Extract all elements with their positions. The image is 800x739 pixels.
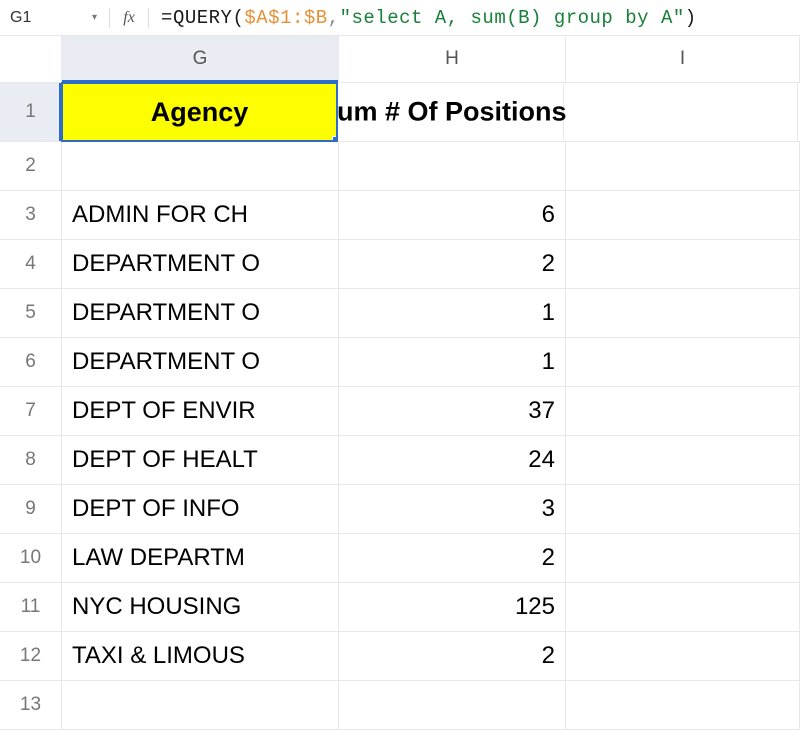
cell-h12[interactable]: 2 bbox=[339, 632, 566, 680]
cell-h10[interactable]: 2 bbox=[339, 534, 566, 582]
cell-i13[interactable] bbox=[566, 681, 800, 729]
column-header-h[interactable]: H bbox=[339, 36, 566, 82]
cell-g5[interactable]: DEPARTMENT O bbox=[62, 289, 339, 337]
cell-h1[interactable]: um # Of Positions bbox=[337, 83, 564, 141]
cell-g8[interactable]: DEPT OF HEALT bbox=[62, 436, 339, 484]
row-header-7[interactable]: 7 bbox=[0, 387, 62, 435]
cell-i1[interactable] bbox=[564, 83, 798, 141]
cell-i8[interactable] bbox=[566, 436, 800, 484]
column-header-row: G H I bbox=[0, 36, 800, 83]
formula-input[interactable]: =QUERY($A$1:$B,"select A, sum(B) group b… bbox=[161, 7, 792, 29]
cell-h9[interactable]: 3 bbox=[339, 485, 566, 533]
cell-h6[interactable]: 1 bbox=[339, 338, 566, 386]
name-box[interactable] bbox=[8, 6, 86, 30]
cell-h8[interactable]: 24 bbox=[339, 436, 566, 484]
row-header-13[interactable]: 13 bbox=[0, 681, 62, 729]
cell-i10[interactable] bbox=[566, 534, 800, 582]
fx-icon[interactable]: fx bbox=[116, 9, 142, 27]
cell-h4[interactable]: 2 bbox=[339, 240, 566, 288]
cell-i9[interactable] bbox=[566, 485, 800, 533]
fill-handle[interactable] bbox=[332, 136, 338, 142]
cell-g4[interactable]: DEPARTMENT O bbox=[62, 240, 339, 288]
table-row: 6 DEPARTMENT O 1 bbox=[0, 338, 800, 387]
cell-i4[interactable] bbox=[566, 240, 800, 288]
row-header-8[interactable]: 8 bbox=[0, 436, 62, 484]
formula-ref: $A$1:$B bbox=[244, 7, 327, 29]
formula-rparen: ) bbox=[685, 7, 697, 29]
row-header-6[interactable]: 6 bbox=[0, 338, 62, 386]
cell-h11[interactable]: 125 bbox=[339, 583, 566, 631]
select-all-corner[interactable] bbox=[0, 36, 62, 82]
cell-h13[interactable] bbox=[339, 681, 566, 729]
cell-h7[interactable]: 37 bbox=[339, 387, 566, 435]
formula-comma: , bbox=[328, 7, 340, 29]
row-header-2[interactable]: 2 bbox=[0, 142, 62, 190]
table-row: 1 Agency um # Of Positions bbox=[0, 83, 800, 142]
divider bbox=[148, 8, 149, 28]
cell-g1[interactable]: Agency bbox=[61, 82, 338, 142]
table-row: 11 NYC HOUSING 125 bbox=[0, 583, 800, 632]
cell-g12[interactable]: TAXI & LIMOUS bbox=[62, 632, 339, 680]
column-header-g[interactable]: G bbox=[62, 36, 339, 82]
row-header-9[interactable]: 9 bbox=[0, 485, 62, 533]
cell-i7[interactable] bbox=[566, 387, 800, 435]
row-header-10[interactable]: 10 bbox=[0, 534, 62, 582]
spreadsheet-grid[interactable]: G H I 1 Agency um # Of Positions 2 3 ADM bbox=[0, 36, 800, 730]
row-header-12[interactable]: 12 bbox=[0, 632, 62, 680]
cell-g13[interactable] bbox=[62, 681, 339, 729]
cell-h3[interactable]: 6 bbox=[339, 191, 566, 239]
cell-g7[interactable]: DEPT OF ENVIR bbox=[62, 387, 339, 435]
row-header-5[interactable]: 5 bbox=[0, 289, 62, 337]
cells-area: 1 Agency um # Of Positions 2 3 ADMIN FOR… bbox=[0, 83, 800, 730]
table-row: 2 bbox=[0, 142, 800, 191]
divider bbox=[109, 8, 110, 28]
table-row: 7 DEPT OF ENVIR 37 bbox=[0, 387, 800, 436]
cell-i2[interactable] bbox=[566, 142, 800, 190]
row-header-4[interactable]: 4 bbox=[0, 240, 62, 288]
row-header-11[interactable]: 11 bbox=[0, 583, 62, 631]
cell-g6[interactable]: DEPARTMENT O bbox=[62, 338, 339, 386]
cell-i3[interactable] bbox=[566, 191, 800, 239]
formula-bar: ▾ fx =QUERY($A$1:$B,"select A, sum(B) gr… bbox=[0, 0, 800, 36]
cell-i12[interactable] bbox=[566, 632, 800, 680]
row-header-1[interactable]: 1 bbox=[0, 83, 62, 141]
column-header-i[interactable]: I bbox=[566, 36, 800, 82]
cell-g11[interactable]: NYC HOUSING bbox=[62, 583, 339, 631]
table-row: 5 DEPARTMENT O 1 bbox=[0, 289, 800, 338]
cell-g3[interactable]: ADMIN FOR CH bbox=[62, 191, 339, 239]
table-row: 12 TAXI & LIMOUS 2 bbox=[0, 632, 800, 681]
formula-eq: = bbox=[161, 7, 173, 29]
cell-i11[interactable] bbox=[566, 583, 800, 631]
name-box-dropdown-icon[interactable]: ▾ bbox=[92, 12, 103, 23]
table-row: 10 LAW DEPARTM 2 bbox=[0, 534, 800, 583]
cell-h1-value: um # Of Positions bbox=[337, 97, 567, 128]
row-header-3[interactable]: 3 bbox=[0, 191, 62, 239]
table-row: 9 DEPT OF INFO 3 bbox=[0, 485, 800, 534]
formula-string: "select A, sum(B) group by A" bbox=[340, 7, 685, 29]
formula-func: QUERY bbox=[173, 7, 233, 29]
cell-g9[interactable]: DEPT OF INFO bbox=[62, 485, 339, 533]
cell-g2[interactable] bbox=[62, 142, 339, 190]
table-row: 8 DEPT OF HEALT 24 bbox=[0, 436, 800, 485]
table-row: 3 ADMIN FOR CH 6 bbox=[0, 191, 800, 240]
cell-g10[interactable]: LAW DEPARTM bbox=[62, 534, 339, 582]
cell-i5[interactable] bbox=[566, 289, 800, 337]
formula-lparen: ( bbox=[232, 7, 244, 29]
cell-i6[interactable] bbox=[566, 338, 800, 386]
cell-h2[interactable] bbox=[339, 142, 566, 190]
cell-g1-value: Agency bbox=[151, 97, 249, 128]
table-row: 13 bbox=[0, 681, 800, 730]
cell-h5[interactable]: 1 bbox=[339, 289, 566, 337]
table-row: 4 DEPARTMENT O 2 bbox=[0, 240, 800, 289]
